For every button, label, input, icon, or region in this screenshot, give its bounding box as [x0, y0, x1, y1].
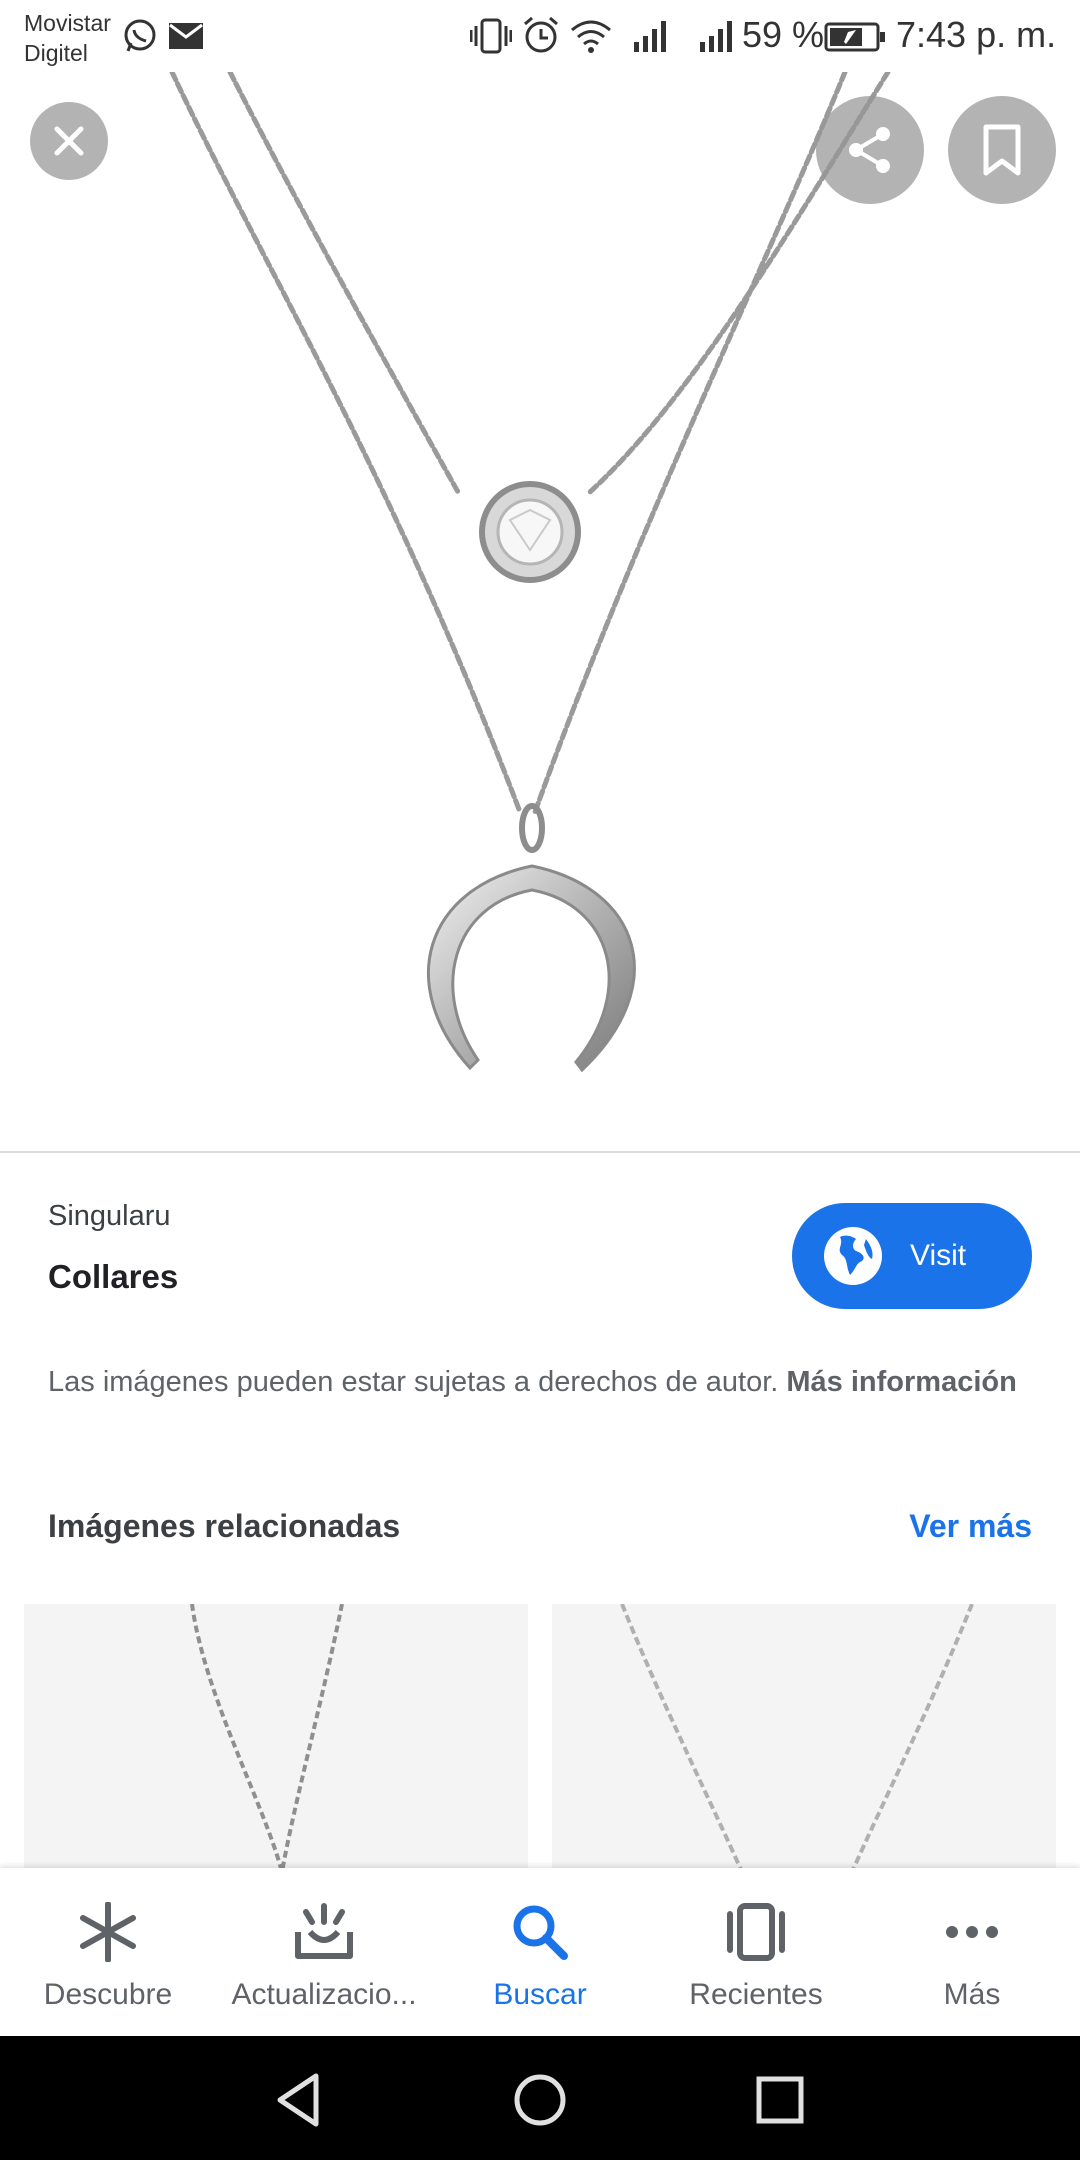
close-button[interactable]	[30, 102, 108, 180]
product-image[interactable]	[0, 72, 1080, 1152]
save-button[interactable]	[948, 96, 1056, 204]
vibrate-icon	[470, 18, 512, 54]
battery-percent: 59 %	[742, 14, 825, 55]
source-name[interactable]: Singularu	[48, 1200, 171, 1233]
status-bar: Movistar Digitel 59 % 7:43 p. m.	[0, 0, 1080, 72]
home-icon[interactable]	[512, 2072, 568, 2128]
mail-icon	[169, 23, 203, 49]
nav-search[interactable]: Buscar	[432, 1868, 648, 2036]
nav-updates[interactable]: Actualizacio...	[216, 1868, 432, 2036]
copyright-text: Las imágenes pueden estar sujetas a dere…	[48, 1366, 779, 1398]
carrier-name: Movistar Digitel	[24, 8, 111, 68]
visit-label: Visit	[910, 1239, 967, 1272]
wifi-icon	[571, 20, 611, 53]
nav-discover[interactable]: Descubre	[0, 1868, 216, 2036]
whatsapp-icon	[124, 19, 156, 52]
asterisk-icon	[80, 1902, 136, 1962]
see-more-link[interactable]: Ver más	[909, 1508, 1032, 1545]
back-icon[interactable]	[272, 2072, 328, 2128]
search-icon	[513, 1905, 568, 1960]
overview-icon[interactable]	[752, 2072, 808, 2128]
copyright-notice: Las imágenes pueden estar sujetas a dere…	[48, 1358, 1028, 1406]
more-icon	[946, 1926, 998, 1938]
globe-icon	[824, 1227, 882, 1285]
image-divider	[0, 1151, 1080, 1153]
more-info-link[interactable]: Más información	[786, 1366, 1016, 1398]
signal-icon	[634, 21, 666, 52]
share-button[interactable]	[816, 96, 924, 204]
share-icon	[849, 127, 890, 173]
bookmark-icon	[983, 124, 1021, 176]
recents-icon	[727, 1903, 785, 1961]
visit-button[interactable]: Visit	[792, 1203, 1032, 1309]
signal-icon	[700, 21, 732, 52]
nav-more[interactable]: Más	[864, 1868, 1080, 2036]
necklace-thumbnail	[620, 1604, 974, 1872]
nav-label: Recientes	[689, 1978, 823, 2011]
carrier-line-1: Movistar	[24, 10, 111, 36]
nav-label: Descubre	[43, 1978, 173, 2011]
image-title[interactable]: Collares	[48, 1258, 178, 1296]
nav-label: Buscar	[493, 1978, 587, 2011]
close-icon	[54, 126, 84, 156]
nav-label: Actualizacio...	[231, 1978, 417, 2011]
necklace-image	[169, 72, 891, 1073]
clock: 7:43 p. m.	[896, 14, 1057, 55]
nav-label: Más	[943, 1978, 1001, 2011]
related-image-2[interactable]	[552, 1604, 1056, 1872]
system-navigation-bar	[0, 2036, 1080, 2160]
battery-icon	[824, 22, 885, 52]
necklace-thumbnail	[190, 1604, 344, 1872]
carrier-line-2: Digitel	[24, 40, 88, 66]
related-images-title: Imágenes relacionadas	[48, 1508, 401, 1544]
alarm-icon	[524, 16, 558, 53]
bottom-navigation: Descubre Actualizacio... Buscar Reciente…	[0, 1868, 1080, 2036]
related-image-1[interactable]	[24, 1604, 528, 1872]
nav-recents[interactable]: Recientes	[648, 1868, 864, 2036]
updates-icon	[295, 1903, 353, 1959]
